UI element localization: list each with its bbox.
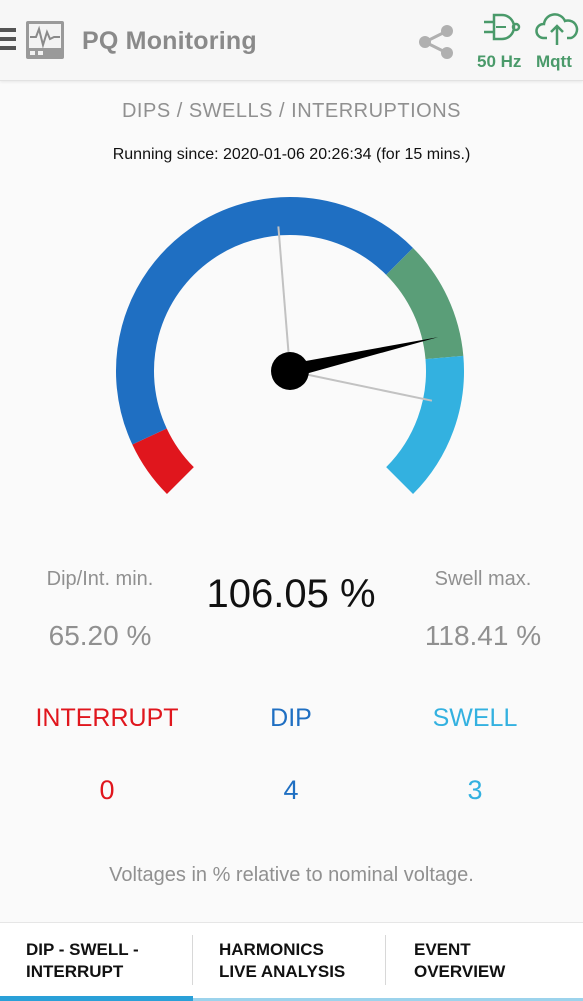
- tab-label-line2: INTERRUPT: [26, 962, 124, 981]
- swell-max-label: Swell max.: [434, 568, 532, 590]
- voltage-gauge: [116, 197, 464, 495]
- section-title: DIPS / SWELLS / INTERRUPTIONS: [121, 100, 461, 122]
- gauge-segment-dip: [116, 197, 414, 445]
- running-since-text: Running since: 2020-01-06 20:26:34 (for …: [112, 146, 471, 163]
- voltage-note: Voltages in % relative to nominal voltag…: [109, 864, 474, 886]
- tab-label-line1: EVENT: [414, 940, 471, 959]
- tab-dip-swell-interrupt[interactable]: DIP - SWELL - INTERRUPT: [0, 923, 193, 997]
- dip-min-value: 65.20 %: [48, 620, 152, 651]
- share-icon[interactable]: [416, 22, 456, 62]
- active-tab-indicator: [0, 996, 193, 1001]
- tab-harmonics-live-analysis[interactable]: HARMONICS LIVE ANALYSIS: [193, 923, 386, 997]
- pq-waveform-logo-icon: [26, 21, 64, 59]
- bottom-tab-bar: DIP - SWELL - INTERRUPT HARMONICS LIVE A…: [0, 922, 583, 1001]
- app-bar: PQ Monitoring 50 Hz Mqtt: [0, 0, 583, 81]
- gauge-hub: [271, 352, 309, 390]
- app-title: PQ Monitoring: [82, 27, 257, 55]
- gauge-segment-swell: [385, 355, 464, 495]
- gauge-min-marker: [277, 226, 291, 372]
- logic-gate-icon[interactable]: [482, 10, 522, 46]
- menu-icon[interactable]: [0, 28, 16, 54]
- tab-label-line1: DIP - SWELL -: [26, 940, 139, 959]
- interrupt-label: INTERRUPT: [35, 704, 179, 732]
- interrupt-count: 0: [99, 775, 115, 805]
- swell-count: 3: [467, 775, 483, 805]
- tab-label-line2: LIVE ANALYSIS: [219, 962, 346, 981]
- dip-count: 4: [283, 775, 299, 805]
- current-voltage-value: 106.05 %: [206, 572, 376, 616]
- dip-label: DIP: [270, 704, 312, 732]
- mqtt-label[interactable]: Mqtt: [536, 52, 572, 72]
- swell-label: SWELL: [432, 704, 518, 732]
- gauge-max-marker: [289, 370, 433, 402]
- dip-min-label: Dip/Int. min.: [46, 568, 154, 590]
- tab-label-line2: OVERVIEW: [414, 962, 506, 981]
- tab-label-line1: HARMONICS: [219, 940, 324, 959]
- swell-max-value: 118.41 %: [424, 620, 542, 651]
- cloud-upload-icon[interactable]: [535, 10, 579, 46]
- tab-event-overview[interactable]: EVENT OVERVIEW: [388, 923, 583, 997]
- gauge-segment-interrupt: [132, 428, 195, 495]
- gauge-needle: [288, 337, 439, 378]
- frequency-label: 50 Hz: [477, 52, 522, 71]
